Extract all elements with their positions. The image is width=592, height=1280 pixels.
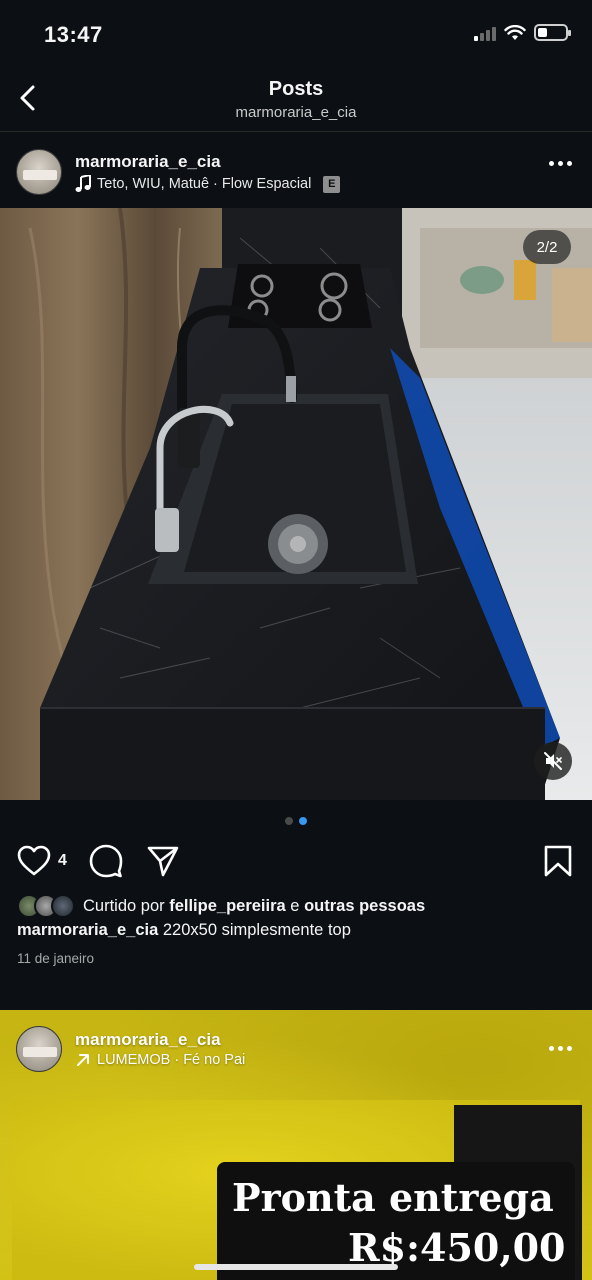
more-options-button[interactable] [549, 161, 572, 166]
status-bar: 13:47 [0, 0, 592, 66]
page-subtitle[interactable]: marmoraria_e_cia [0, 104, 592, 121]
bookmark-icon[interactable] [541, 844, 575, 878]
liked-by-row[interactable]: Curtido por fellipe_pereiira e outras pe… [17, 894, 425, 918]
status-icons [474, 24, 571, 41]
liked-by-prefix: Curtido por [83, 896, 165, 915]
post-header: marmoraria_e_cia Teto, WIU, Matuê · Flow… [0, 133, 592, 209]
status-time: 13:47 [44, 22, 103, 47]
post-username[interactable]: marmoraria_e_cia [75, 152, 221, 172]
carousel-dot [285, 817, 293, 825]
caption: marmoraria_e_cia 220x50 simplesmente top [17, 921, 351, 940]
post-header: marmoraria_e_cia LUMEMOB · Fé no Pai [0, 1010, 592, 1086]
carousel-counter: 2/2 [523, 230, 571, 264]
nav-header: Posts marmoraria_e_cia [0, 66, 592, 132]
avatar[interactable] [16, 1026, 62, 1072]
liker-avatars [17, 894, 75, 918]
post-audio-link[interactable]: Teto, WIU, Matuê · Flow Espacial E [75, 175, 341, 193]
mute-button[interactable] [534, 742, 572, 780]
audio-label: LUMEMOB · Fé no Pai [97, 1052, 246, 1068]
carousel-dots [0, 817, 592, 825]
music-note-icon [75, 175, 91, 192]
page-title: Posts [268, 78, 324, 100]
post-audio-link[interactable]: LUMEMOB · Fé no Pai [75, 1052, 245, 1068]
arrow-up-right-icon [77, 1054, 89, 1066]
post-username[interactable]: marmoraria_e_cia [75, 1030, 221, 1050]
heart-icon[interactable] [17, 844, 51, 878]
liked-by-conj: e [290, 896, 300, 915]
wifi-icon [504, 24, 526, 40]
muted-speaker-icon [544, 752, 562, 770]
post-media[interactable]: 2/2 [0, 208, 592, 800]
action-bar: 4 [0, 840, 592, 884]
caption-text: 220x50 simplesmente top [162, 921, 351, 939]
liked-by-others[interactable]: outras pessoas [304, 897, 425, 916]
post-date: 11 de janeiro [17, 951, 95, 966]
post-photo [0, 208, 592, 800]
signal-icon [474, 25, 496, 41]
share-icon[interactable] [146, 844, 180, 878]
battery-icon [534, 24, 571, 41]
more-options-button[interactable] [549, 1046, 572, 1051]
avatar[interactable] [16, 149, 62, 195]
liked-by-user[interactable]: fellipe_pereiira [169, 897, 285, 916]
caption-username[interactable]: marmoraria_e_cia [17, 921, 158, 939]
explicit-badge: E [323, 175, 341, 193]
carousel-dot-active [299, 817, 307, 825]
next-post: marmoraria_e_cia LUMEMOB · Fé no Pai Pro… [0, 1010, 592, 1280]
price-headline: Pronta entrega [232, 1175, 554, 1220]
home-indicator[interactable] [194, 1264, 398, 1270]
comment-icon[interactable] [89, 844, 123, 878]
like-count[interactable]: 4 [58, 852, 67, 870]
audio-label: Teto, WIU, Matuê · Flow Espacial [97, 176, 312, 192]
